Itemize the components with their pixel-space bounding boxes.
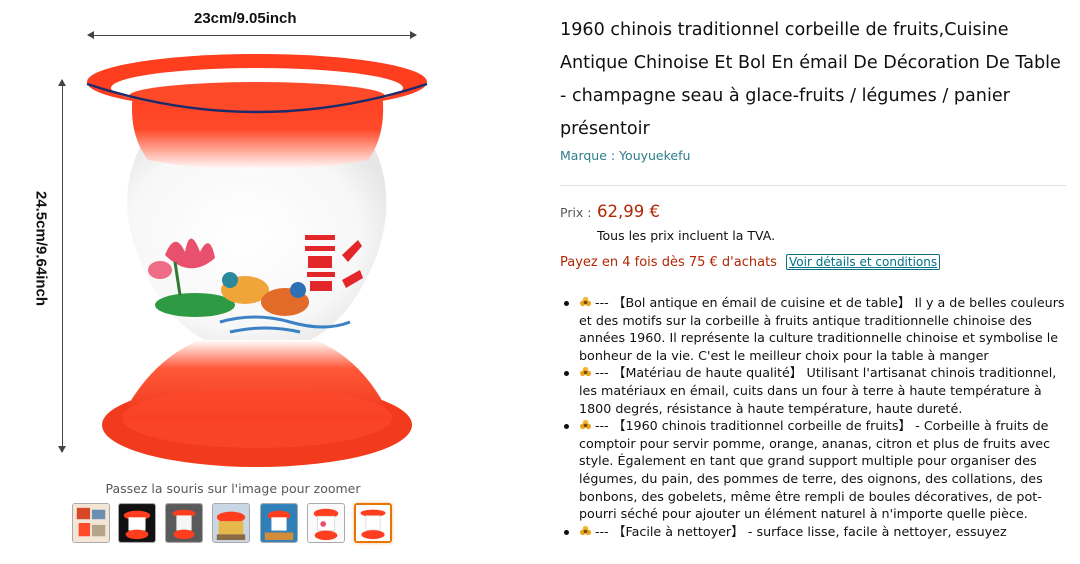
thumbnail-7[interactable] bbox=[354, 503, 392, 543]
main-product-image[interactable] bbox=[80, 40, 440, 480]
bullet-flower-icon bbox=[579, 420, 592, 430]
thumbnail-4[interactable] bbox=[212, 503, 250, 543]
bullet-flower-icon bbox=[579, 296, 592, 307]
brand-link[interactable]: Marque : Youyuekefu bbox=[560, 148, 690, 163]
thumbnail-2[interactable] bbox=[118, 503, 156, 543]
bullet-dot bbox=[564, 424, 569, 430]
tax-note: Tous les prix incluent la TVA. bbox=[597, 228, 776, 243]
divider bbox=[560, 185, 1066, 186]
bullet-text: --- 【Bol antique en émail de cuisine et … bbox=[579, 295, 1065, 363]
price-label: Prix : bbox=[560, 205, 592, 220]
width-dimension-arrow bbox=[87, 31, 417, 39]
bullet-text: --- 【Matériau de haute qualité】 Utilisan… bbox=[579, 365, 1057, 416]
product-title: 1960 chinois traditionnel corbeille de f… bbox=[560, 20, 1061, 139]
installments-text: Payez en 4 fois dès 75 € d'achats bbox=[560, 255, 777, 270]
list-item: --- 【1960 chinois traditionnel corbeille… bbox=[560, 417, 1066, 523]
height-dimension-label: 24.5cm/9.64inch bbox=[32, 190, 50, 307]
price-value: 62,99 € bbox=[597, 202, 660, 221]
bullet-dot bbox=[564, 301, 569, 306]
bullet-flower-icon bbox=[579, 525, 592, 535]
list-item: --- 【Bol antique en émail de cuisine et … bbox=[560, 294, 1066, 364]
bullet-flower-icon bbox=[579, 367, 592, 377]
bullet-dot bbox=[564, 529, 569, 535]
height-dimension-arrow bbox=[58, 79, 66, 453]
thumbnail-3[interactable] bbox=[165, 503, 203, 543]
thumbnail-6[interactable] bbox=[307, 503, 345, 543]
thumbnail-5[interactable] bbox=[260, 503, 298, 543]
bullet-text: --- 【Facile à nettoyer】 - surface lisse,… bbox=[595, 523, 1007, 539]
zoom-hint: Passez la souris sur l'image pour zoomer bbox=[105, 481, 361, 496]
product-details: 1960 chinois traditionnel corbeille de f… bbox=[560, 0, 1070, 564]
thumbnail-1[interactable] bbox=[72, 503, 110, 543]
bullet-dot bbox=[564, 371, 569, 377]
list-item: --- 【Matériau de haute qualité】 Utilisan… bbox=[560, 364, 1066, 417]
installments-details-link[interactable]: Voir détails et conditions bbox=[786, 254, 941, 270]
feature-bullets: --- 【Bol antique en émail de cuisine et … bbox=[560, 294, 1066, 540]
list-item: --- 【Facile à nettoyer】 - surface lisse,… bbox=[560, 523, 1066, 541]
image-gallery: 23cm/9.05inch 24.5cm/9.64inch Passez la … bbox=[0, 0, 540, 564]
bullet-text: --- 【1960 chinois traditionnel corbeille… bbox=[579, 418, 1051, 522]
width-dimension-label: 23cm/9.05inch bbox=[194, 10, 297, 27]
